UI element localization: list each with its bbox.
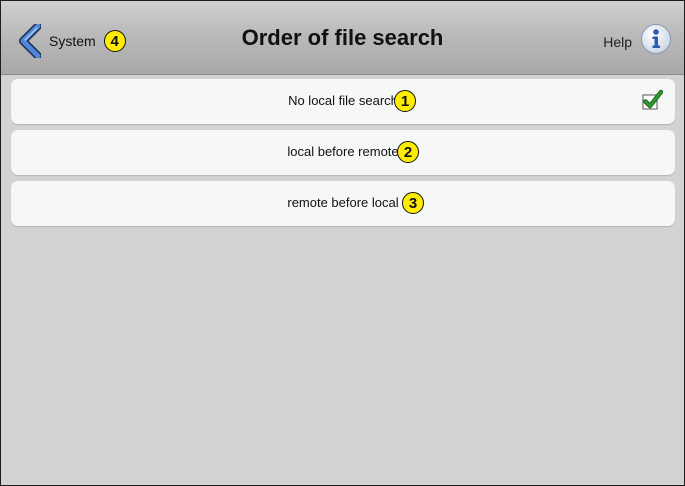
callout-badge-2: 2 <box>397 141 419 163</box>
page-title: Order of file search <box>241 25 444 50</box>
callout-badge-1: 1 <box>394 90 416 112</box>
option-local-before-remote[interactable]: local before remote 2 <box>11 130 675 175</box>
info-icon[interactable] <box>640 23 672 60</box>
checkmark-icon <box>641 89 664 116</box>
option-label: local before remote <box>287 144 399 159</box>
option-label: No local file search <box>288 93 398 108</box>
option-remote-before-local[interactable]: remote before local 3 <box>11 181 675 226</box>
help-button[interactable]: Help <box>603 23 672 60</box>
help-button-label[interactable]: Help <box>603 34 632 50</box>
option-label: remote before local <box>287 195 399 210</box>
file-search-order-list: No local file search 1 local before remo… <box>11 79 675 232</box>
screen: System 4 Order of file search Help No lo… <box>0 0 685 486</box>
navigation-bar: System 4 Order of file search Help <box>1 1 684 75</box>
option-no-local-file-search[interactable]: No local file search 1 <box>11 79 675 124</box>
callout-badge-3: 3 <box>402 192 424 214</box>
